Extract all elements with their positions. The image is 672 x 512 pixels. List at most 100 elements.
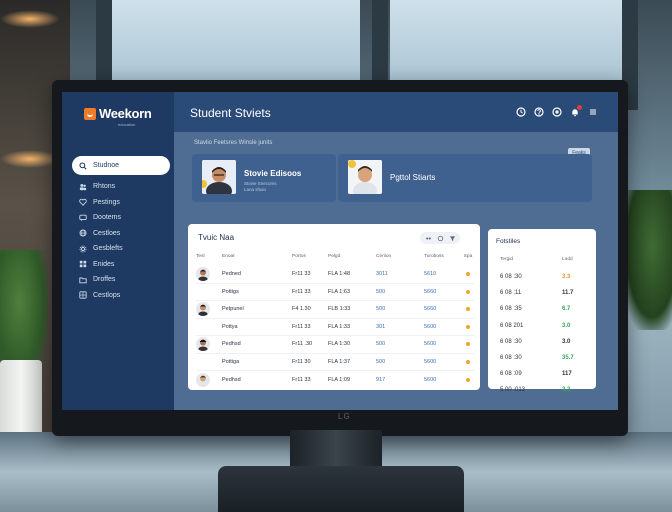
table-row[interactable]: Petpunel F4 1.30 FLB 1:33 500 5660 (196, 301, 474, 319)
row-value: 500 (376, 358, 386, 365)
row-name: Pedned (222, 271, 241, 278)
sidebar-item-dootems[interactable]: Dootems (72, 210, 170, 226)
featured-student-name: Pgttol Stiarts (390, 173, 436, 182)
grade-label: 6 08 :30 (500, 338, 522, 345)
column-header[interactable]: Tergid (500, 257, 562, 262)
list-item[interactable]: 6 08 201 3.0 (500, 318, 590, 334)
column-header[interactable]: Tesl (196, 254, 222, 259)
table-row[interactable]: Pottiga Fr11 30 FLA 1:37 500 5600 (196, 354, 474, 371)
row-value: Fr11 33 (292, 376, 311, 383)
sidebar-item-pestings[interactable]: Pestings (72, 195, 170, 211)
avatar (196, 267, 210, 282)
row-name: Pottya (222, 323, 238, 330)
row-value: FLA 1:48 (328, 271, 351, 278)
avatar (196, 302, 210, 317)
clock-icon[interactable] (516, 107, 526, 117)
row-name: Pedhsd (222, 341, 241, 348)
list-item[interactable]: 6 08 :30 35.7 (500, 350, 590, 366)
filter-icon[interactable] (448, 234, 456, 242)
status-dot (466, 377, 470, 382)
featured-student-card[interactable]: Stovie Edisoos Stovie Snecoms Lana shuio (192, 154, 336, 202)
sort-icon[interactable] (436, 234, 444, 242)
grade-value: 3.0 (562, 338, 571, 345)
featured-caption: Stavlio Feetsres Winsle junits (194, 140, 273, 146)
status-dot (466, 272, 470, 277)
table-row[interactable]: Pottigs Fr11 33 FLA 1:63 500 5660 (196, 284, 474, 301)
table-controls (420, 232, 460, 244)
table-row[interactable]: Pedned Fr11 33 FLA 1:48 3011 5610 (196, 266, 474, 284)
app-logo[interactable]: Weekorn (84, 106, 152, 121)
column-header[interactable]: Turoboss (424, 254, 462, 259)
settings-icon[interactable] (552, 107, 562, 117)
plant-pot (0, 360, 42, 440)
sidebar-item-cestlops[interactable]: Cestlops (72, 288, 170, 304)
row-value: 5610 (424, 271, 437, 278)
grade-value: 35.7 (562, 355, 574, 362)
avatar (196, 372, 210, 387)
column-header[interactable]: Spa (462, 254, 474, 259)
status-dot (466, 307, 470, 312)
logo-icon (84, 107, 96, 120)
grade-value: 11.7 (562, 290, 574, 297)
notification-bell-icon[interactable] (570, 105, 582, 117)
logo-text: Weekorn (99, 106, 152, 121)
column-header[interactable]: Pelgd (328, 254, 376, 259)
row-value: 5600 (424, 358, 437, 365)
sidebar-nav: Studnoe Rhtons Pestings Dootems Cestloes… (72, 156, 170, 303)
sidebar-item-label: Enides (93, 260, 115, 268)
sidebar-item-cestloes[interactable]: Cestloes (72, 226, 170, 242)
row-value: Fr11 30 (292, 358, 311, 365)
status-badge (348, 160, 356, 168)
row-value: 5600 (424, 376, 437, 383)
grade-value: 6.7 (562, 306, 571, 313)
list-item[interactable]: 6 08 :30 3.3 (500, 269, 590, 285)
status-dot (466, 324, 470, 329)
view-toggle-icon[interactable] (424, 234, 432, 242)
list-item[interactable]: 6 08 :30 3.0 (500, 334, 590, 350)
table-row[interactable]: Pedhsd Fr11 .30 FLA 1:30 500 5600 (196, 336, 474, 354)
row-value: Fr11 33 (292, 323, 311, 330)
list-item[interactable]: 5 00 .013 3.3 (500, 382, 590, 398)
grade-label: 6 08 201 (500, 322, 524, 329)
list-item[interactable]: 6 08 :35 6.7 (500, 301, 590, 317)
row-value: 500 (376, 306, 386, 313)
avatar (196, 337, 210, 352)
sidebar-item-label: Pestings (93, 198, 120, 206)
notification-badge (577, 105, 582, 110)
grade-value: 3.3 (562, 274, 571, 281)
grade-label: 6 08 :35 (500, 306, 522, 313)
table-row[interactable]: Pedhsd Fr11 33 FLA 1:09 917 5600 (196, 371, 474, 389)
column-header[interactable]: Enoat (222, 254, 292, 259)
sidebar-item-gesblefts[interactable]: Gesblefts (72, 241, 170, 257)
help-icon[interactable] (534, 107, 544, 117)
sidebar-item-rhtons[interactable]: Rhtons (72, 179, 170, 195)
sidebar-item-label: Droffes (93, 276, 116, 284)
grid-icon (79, 291, 87, 299)
row-value: 500 (376, 341, 386, 348)
grade-label: 6 08 :30 (500, 274, 522, 281)
sidebar-item-students[interactable]: Studnoe (72, 156, 170, 175)
list-item[interactable]: 6 08 :09 117 (500, 366, 590, 382)
sidebar-item-label: Cestlops (93, 291, 121, 299)
wall-lamp (0, 150, 60, 168)
sidebar-item-droffes[interactable]: Droffes (72, 272, 170, 288)
sidebar-item-label: Rhtons (93, 183, 116, 191)
row-value: 500 (376, 288, 386, 295)
students-table-card: Tvuic Naa Tesl Enoat Portos Pelgd Ceriio… (188, 224, 480, 390)
featured-student-card[interactable]: Pgttol Stiarts (338, 154, 592, 202)
column-header[interactable]: Ceriion (376, 254, 424, 259)
row-name: Pottigs (222, 288, 239, 295)
grade-value: 3.3 (562, 387, 571, 394)
column-header[interactable]: Portos (292, 254, 328, 259)
featured-student-name: Stovie Edisoos (244, 169, 302, 178)
settings-icon (79, 245, 87, 253)
avatar (348, 160, 382, 194)
column-header[interactable]: Lodd (562, 257, 590, 262)
list-item[interactable]: 6 08 :11 11.7 (500, 285, 590, 301)
app-screen: Weekorn education Studnoe Rhtons Pesting… (62, 92, 618, 410)
table-row[interactable]: Pottya Fr11 33 FLA 1:33 301 5600 (196, 319, 474, 336)
menu-icon[interactable] (588, 107, 598, 117)
sidebar-item-enides[interactable]: Enides (72, 257, 170, 273)
status-dot (466, 289, 470, 294)
row-value: FLA 1:30 (328, 341, 351, 348)
